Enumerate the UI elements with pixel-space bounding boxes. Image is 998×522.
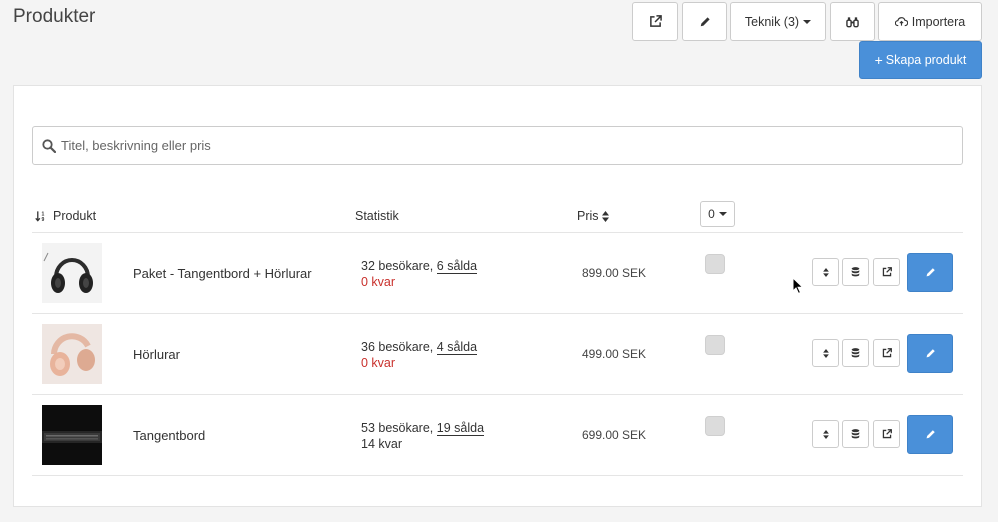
sold-count-link[interactable]: 4 sålda [436, 340, 478, 355]
plus-icon: + [874, 52, 883, 68]
product-thumbnail [42, 243, 102, 303]
visitors-count: 53 besökare, [361, 421, 434, 435]
table-row: Paket - Tangentbord + Hörlurar 32 besöka… [32, 233, 963, 314]
sort-icon [822, 267, 829, 277]
view-product-button[interactable] [873, 420, 900, 448]
database-icon [851, 348, 860, 358]
inventory-button[interactable] [842, 258, 869, 286]
import-label: Importera [911, 14, 966, 29]
select-checkbox[interactable] [705, 254, 725, 274]
svg-text:9: 9 [42, 217, 45, 222]
product-name[interactable]: Paket - Tangentbord + Hörlurar [133, 266, 312, 281]
sort-icon [822, 348, 829, 358]
product-stats: 32 besökare, 6 sålda 0 kvar [361, 258, 478, 290]
database-icon [851, 429, 860, 439]
product-name[interactable]: Hörlurar [133, 347, 180, 362]
search-box[interactable] [32, 126, 963, 165]
reorder-button[interactable] [812, 258, 839, 286]
table-header: 1 9 Produkt Statistik Pris 0 [32, 200, 963, 233]
page-title: Produkter [13, 6, 96, 27]
create-product-button[interactable]: + Skapa produkt [859, 41, 982, 79]
product-price: 899.00 SEK [582, 266, 647, 280]
edit-product-button[interactable] [907, 253, 953, 292]
external-link-icon [882, 267, 892, 277]
product-stats: 53 besökare, 19 sålda 14 kvar [361, 420, 485, 452]
price-header-label: Pris [577, 209, 599, 223]
visitors-count: 32 besökare, [361, 259, 434, 273]
caret-down-icon [718, 212, 727, 216]
stock-left: 0 kvar [361, 356, 396, 370]
import-button[interactable]: Importera [878, 2, 982, 41]
select-checkbox[interactable] [705, 416, 725, 436]
pencil-icon [700, 16, 710, 26]
database-icon [851, 267, 860, 277]
pencil-icon [926, 430, 935, 439]
product-name[interactable]: Tangentbord [133, 428, 205, 443]
product-stats: 36 besökare, 4 sålda 0 kvar [361, 339, 478, 371]
mouse-cursor-icon [792, 277, 804, 295]
product-thumbnail [42, 405, 102, 465]
stock-left: 0 kvar [361, 275, 396, 289]
sold-count-link[interactable]: 6 sålda [436, 259, 478, 274]
edit-button[interactable] [682, 2, 727, 41]
cloud-upload-icon [894, 17, 908, 27]
view-product-button[interactable] [873, 258, 900, 286]
count-dropdown[interactable]: 0 [700, 201, 735, 227]
search-input[interactable] [61, 138, 941, 153]
sort-alpha-icon: 1 9 [35, 211, 45, 222]
table-row: Tangentbord 53 besökare, 19 sålda 14 kva… [32, 395, 963, 476]
product-price: 699.00 SEK [582, 428, 647, 442]
pencil-icon [926, 268, 935, 277]
sort-icon [822, 429, 829, 439]
binoculars-icon [846, 16, 859, 27]
view-product-button[interactable] [873, 339, 900, 367]
count-dropdown-label: 0 [708, 207, 715, 221]
preview-button[interactable] [830, 2, 875, 41]
visitors-count: 36 besökare, [361, 340, 434, 354]
products-panel: 1 9 Produkt Statistik Pris 0 [13, 85, 982, 507]
reorder-button[interactable] [812, 339, 839, 367]
product-header-label: Produkt [53, 209, 97, 223]
price-column-header[interactable]: Pris [577, 200, 609, 232]
stats-header-label: Statistik [355, 209, 399, 223]
stats-column-header: Statistik [355, 200, 399, 232]
edit-product-button[interactable] [907, 415, 953, 454]
external-link-icon [882, 429, 892, 439]
inventory-button[interactable] [842, 339, 869, 367]
create-product-label: Skapa produkt [885, 53, 967, 67]
external-link-icon [649, 15, 662, 27]
sold-count-link[interactable]: 19 sålda [436, 421, 485, 436]
pencil-icon [926, 349, 935, 358]
select-checkbox[interactable] [705, 335, 725, 355]
sort-icon [601, 210, 609, 222]
caret-down-icon [803, 19, 812, 24]
table-row: Hörlurar 36 besökare, 4 sålda 0 kvar 499… [32, 314, 963, 395]
product-price: 499.00 SEK [582, 347, 647, 361]
product-column-header[interactable]: 1 9 Produkt [35, 200, 96, 232]
inventory-button[interactable] [842, 420, 869, 448]
tech-dropdown[interactable]: Teknik (3) [730, 2, 826, 41]
stock-left: 14 kvar [361, 437, 402, 451]
product-thumbnail [42, 324, 102, 384]
tech-dropdown-label: Teknik (3) [744, 14, 800, 29]
reorder-button[interactable] [812, 420, 839, 448]
external-link-icon [882, 348, 892, 358]
open-store-button[interactable] [632, 2, 678, 41]
edit-product-button[interactable] [907, 334, 953, 373]
search-icon [42, 138, 56, 153]
